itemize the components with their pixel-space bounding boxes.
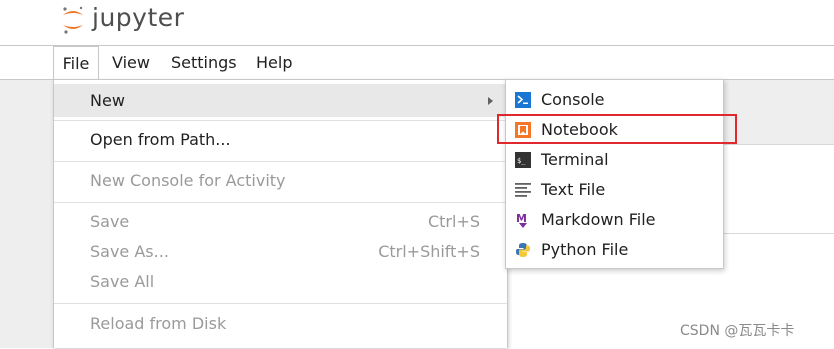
submenu-item-text-file[interactable]: Text File xyxy=(506,175,723,205)
menu-item-save-as-shortcut: Ctrl+Shift+S xyxy=(378,242,480,261)
terminal-icon: $_ xyxy=(515,152,531,168)
submenu-item-console-label: Console xyxy=(541,90,605,109)
submenu-item-terminal-label: Terminal xyxy=(541,150,609,169)
menu-separator xyxy=(54,161,507,162)
jupyter-logo[interactable]: jupyter xyxy=(60,2,184,38)
python-icon xyxy=(516,243,530,257)
menu-separator xyxy=(54,202,507,203)
submenu-item-terminal[interactable]: $_ Terminal xyxy=(506,145,723,175)
submenu-item-text-file-label: Text File xyxy=(541,180,606,199)
menu-item-new-label: New xyxy=(90,91,125,110)
menu-settings[interactable]: Settings xyxy=(163,46,245,79)
menu-item-reload-label: Reload from Disk xyxy=(90,314,227,333)
menu-item-reload-from-disk[interactable]: Reload from Disk xyxy=(54,309,507,339)
file-menu-dropdown: New Open from Path... New Console for Ac… xyxy=(53,79,508,348)
svg-text:$_: $_ xyxy=(517,157,526,165)
submenu-item-python-file[interactable]: Python File xyxy=(506,235,723,265)
menu-bar: File View Settings Help xyxy=(0,46,834,80)
menu-item-save-shortcut: Ctrl+S xyxy=(427,212,480,231)
jupyter-logo-icon xyxy=(63,6,83,34)
submenu-item-markdown-label: Markdown File xyxy=(541,210,656,229)
notebook-highlight-box xyxy=(497,114,737,144)
logo-text: jupyter xyxy=(92,2,185,32)
markdown-icon: M xyxy=(516,212,527,228)
submenu-item-markdown-file[interactable]: M Markdown File xyxy=(506,205,723,235)
submenu-arrow-icon xyxy=(488,97,493,105)
menu-item-save-label: Save xyxy=(90,212,130,231)
app-header: jupyter xyxy=(0,0,834,46)
menu-item-new[interactable]: New xyxy=(54,84,507,117)
text-file-icon xyxy=(515,183,531,197)
menu-separator xyxy=(54,120,507,121)
menu-view[interactable]: View xyxy=(104,46,158,79)
submenu-item-python-label: Python File xyxy=(541,240,629,259)
menu-item-save-all[interactable]: Save All xyxy=(54,267,507,297)
menu-item-open-from-path-label: Open from Path... xyxy=(90,130,231,149)
new-submenu: Console Notebook $_ Terminal Text File M… xyxy=(505,79,724,269)
watermark-text: CSDN @瓦瓦卡卡 xyxy=(680,323,795,339)
menu-item-open-from-path[interactable]: Open from Path... xyxy=(54,125,507,155)
menu-file[interactable]: File xyxy=(53,46,99,80)
menu-item-save[interactable]: Save Ctrl+S xyxy=(54,207,507,237)
console-icon xyxy=(515,92,531,108)
menu-separator xyxy=(54,303,507,304)
menu-item-save-all-label: Save All xyxy=(90,272,155,291)
menu-item-new-console-label: New Console for Activity xyxy=(90,171,286,190)
menu-item-save-as[interactable]: Save As... Ctrl+Shift+S xyxy=(54,237,507,267)
menu-help[interactable]: Help xyxy=(248,46,300,79)
submenu-item-console[interactable]: Console xyxy=(506,85,723,115)
menu-item-new-console-for-activity[interactable]: New Console for Activity xyxy=(54,166,507,196)
menu-item-save-as-label: Save As... xyxy=(90,242,169,261)
